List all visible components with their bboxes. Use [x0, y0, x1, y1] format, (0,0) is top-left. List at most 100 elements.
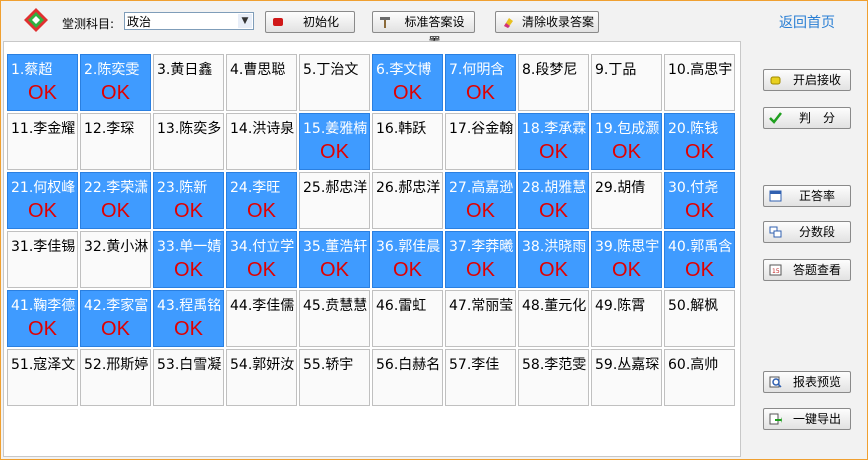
student-status: OK	[28, 318, 57, 340]
clear-answers-label: 清除收录答案	[522, 15, 595, 29]
home-link[interactable]: 返回首页	[779, 12, 835, 32]
clear-answers-button[interactable]: 清除收录答案	[495, 11, 599, 33]
student-cell[interactable]: 49.陈霄	[591, 290, 662, 347]
student-cell[interactable]: 37.李莽曦 OK	[445, 231, 516, 288]
student-cell[interactable]: 19.包成灏 OK	[591, 113, 662, 170]
student-status: OK	[466, 259, 495, 281]
export-button[interactable]: 一键导出	[763, 408, 851, 430]
student-name: 11.李金耀	[11, 121, 76, 137]
student-name: 60.高帅	[668, 357, 719, 373]
student-cell[interactable]: 8.段梦尼	[518, 54, 589, 111]
student-name: 53.白雪凝	[157, 357, 222, 373]
student-cell[interactable]: 36.郭佳晨 OK	[372, 231, 443, 288]
student-cell[interactable]: 45.贲慧慧	[299, 290, 370, 347]
student-status: OK	[320, 259, 349, 281]
calendar-icon: 15	[769, 264, 782, 276]
student-cell[interactable]: 12.李琛	[80, 113, 151, 170]
student-status: OK	[612, 141, 641, 163]
student-cell[interactable]: 20.陈钱 OK	[664, 113, 735, 170]
student-cell[interactable]: 48.董元化	[518, 290, 589, 347]
student-cell[interactable]: 15.姜雅楠 OK	[299, 113, 370, 170]
student-status: OK	[612, 259, 641, 281]
student-cell[interactable]: 47.常丽莹	[445, 290, 516, 347]
score-segment-label: 分数段	[798, 225, 835, 239]
app-logo-icon	[24, 8, 48, 32]
student-cell[interactable]: 1.蔡超 OK	[7, 54, 78, 111]
student-cell[interactable]: 13.陈奕多	[153, 113, 224, 170]
grade-button[interactable]: 判 分	[763, 107, 851, 129]
student-cell[interactable]: 57.李佳	[445, 349, 516, 406]
student-cell[interactable]: 56.白赫名	[372, 349, 443, 406]
toolbar: 堂测科目: 政治 ▼ 初始化 标准答案设置 清除收录答案 返回首页	[1, 1, 867, 49]
student-cell[interactable]: 53.白雪凝	[153, 349, 224, 406]
student-name: 37.李莽曦	[449, 239, 514, 255]
student-name: 31.李佳锡	[11, 239, 76, 255]
student-status: OK	[174, 200, 203, 222]
student-cell[interactable]: 3.黄日鑫	[153, 54, 224, 111]
student-cell[interactable]: 18.李承霖 OK	[518, 113, 589, 170]
student-name: 58.李范雯	[522, 357, 587, 373]
student-cell[interactable]: 10.高思宇	[664, 54, 735, 111]
student-cell[interactable]: 27.高嘉逊 OK	[445, 172, 516, 229]
chevron-down-icon[interactable]: ▼	[238, 14, 252, 28]
student-cell[interactable]: 58.李范雯	[518, 349, 589, 406]
student-cell[interactable]: 42.李家富 OK	[80, 290, 151, 347]
student-cell[interactable]: 9.丁品	[591, 54, 662, 111]
student-cell[interactable]: 52.邢斯婷	[80, 349, 151, 406]
student-cell[interactable]: 16.韩跃	[372, 113, 443, 170]
student-cell[interactable]: 29.胡倩	[591, 172, 662, 229]
student-cell[interactable]: 38.洪晓雨 OK	[518, 231, 589, 288]
correct-rate-button[interactable]: 正答率	[763, 185, 851, 207]
student-cell[interactable]: 50.解枫	[664, 290, 735, 347]
student-cell[interactable]: 11.李金耀	[7, 113, 78, 170]
student-name: 1.蔡超	[11, 62, 53, 78]
report-preview-button[interactable]: 报表预览	[763, 371, 851, 393]
student-cell[interactable]: 40.郭禹含 OK	[664, 231, 735, 288]
student-name: 45.贲慧慧	[303, 298, 368, 314]
student-cell[interactable]: 41.鞠李德 OK	[7, 290, 78, 347]
correct-rate-label: 正答率	[798, 189, 835, 203]
student-status: OK	[539, 200, 568, 222]
subject-select[interactable]: 政治 ▼	[124, 12, 254, 30]
student-name: 18.李承霖	[522, 121, 587, 137]
student-cell[interactable]: 35.董浩轩 OK	[299, 231, 370, 288]
student-name: 48.董元化	[522, 298, 587, 314]
student-cell[interactable]: 5.丁治文	[299, 54, 370, 111]
student-cell[interactable]: 14.洪诗泉	[226, 113, 297, 170]
student-cell[interactable]: 28.胡雅慧 OK	[518, 172, 589, 229]
student-cell[interactable]: 2.陈奕雯 OK	[80, 54, 151, 111]
student-cell[interactable]: 26.郝忠洋	[372, 172, 443, 229]
student-cell[interactable]: 44.李佳儒	[226, 290, 297, 347]
student-status: OK	[539, 259, 568, 281]
student-cell[interactable]: 17.谷金翰	[445, 113, 516, 170]
student-cell[interactable]: 33.单一婧 OK	[153, 231, 224, 288]
student-cell[interactable]: 6.李文博 OK	[372, 54, 443, 111]
student-cell[interactable]: 25.郝忠洋	[299, 172, 370, 229]
student-cell[interactable]: 39.陈思宇 OK	[591, 231, 662, 288]
student-cell[interactable]: 46.雷虹	[372, 290, 443, 347]
student-cell[interactable]: 32.黄小淋	[80, 231, 151, 288]
student-cell[interactable]: 43.程禹铭 OK	[153, 290, 224, 347]
init-button[interactable]: 初始化	[265, 11, 355, 33]
student-cell[interactable]: 24.李旺 OK	[226, 172, 297, 229]
student-cell[interactable]: 23.陈新 OK	[153, 172, 224, 229]
student-name: 57.李佳	[449, 357, 500, 373]
student-cell[interactable]: 7.何明含 OK	[445, 54, 516, 111]
student-cell[interactable]: 4.曹思聪	[226, 54, 297, 111]
student-cell[interactable]: 59.丛嘉琛	[591, 349, 662, 406]
student-cell[interactable]: 51.寇泽文	[7, 349, 78, 406]
student-cell[interactable]: 54.郭妍汝	[226, 349, 297, 406]
student-cell[interactable]: 60.高帅	[664, 349, 735, 406]
export-label: 一键导出	[792, 412, 841, 426]
student-cell[interactable]: 21.何权峰 OK	[7, 172, 78, 229]
student-cell[interactable]: 30.付尧 OK	[664, 172, 735, 229]
start-receive-button[interactable]: 开启接收	[763, 69, 851, 91]
standard-answer-button[interactable]: 标准答案设置	[372, 11, 475, 49]
student-cell[interactable]: 55.轿宇	[299, 349, 370, 406]
student-cell[interactable]: 22.李荣潇 OK	[80, 172, 151, 229]
answer-view-button[interactable]: 15 答题查看	[763, 259, 851, 281]
student-cell[interactable]: 31.李佳锡	[7, 231, 78, 288]
student-name: 14.洪诗泉	[230, 121, 295, 137]
score-segment-button[interactable]: 分数段	[763, 221, 851, 243]
student-cell[interactable]: 34.付立学 OK	[226, 231, 297, 288]
